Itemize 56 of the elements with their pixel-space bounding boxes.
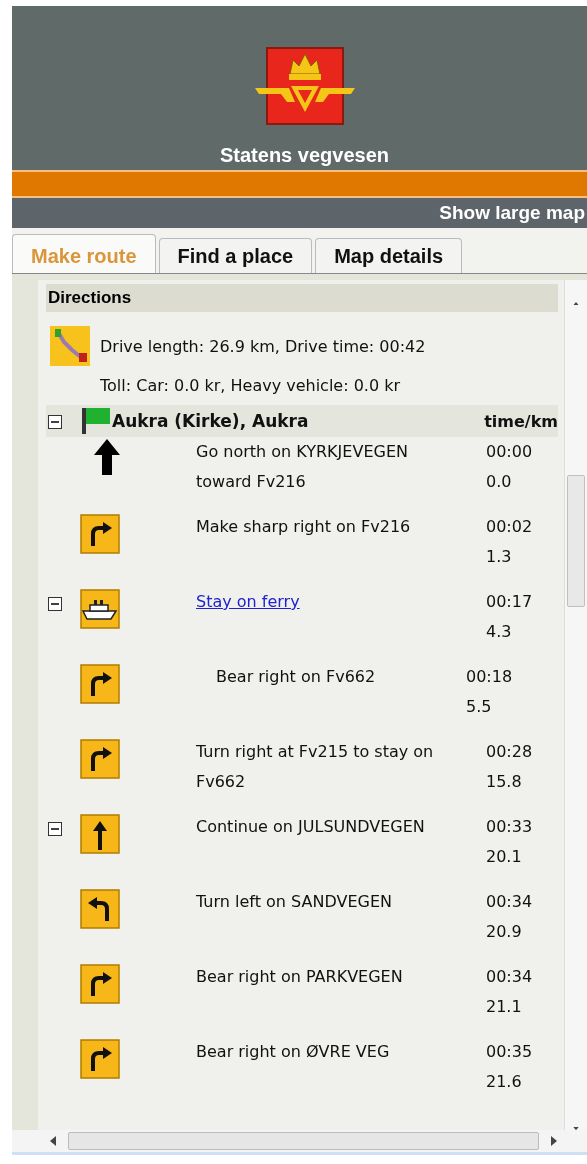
tab[interactable]: Map details <box>315 238 463 273</box>
start-location: Aukra (Kirke), Aukra <box>112 411 310 431</box>
step-time: 00:17 <box>486 591 533 613</box>
step-distance: 5.5 <box>466 696 492 718</box>
step-distance: 1.3 <box>486 546 512 568</box>
step-instruction: Bear right on Fv662 <box>216 667 376 686</box>
step-time: 00:35 <box>486 1041 533 1063</box>
step-distance: 21.1 <box>486 996 522 1018</box>
step-instruction: Turn left on SANDVEGEN <box>196 892 392 911</box>
step-time: 00:33 <box>486 816 533 838</box>
step-time: 00:34 <box>486 891 533 913</box>
tab[interactable]: Find a place <box>158 238 313 273</box>
turn-left-icon <box>80 889 120 929</box>
show-large-map-link[interactable]: Show large map <box>439 202 587 224</box>
scrollbar-thumb[interactable] <box>567 475 585 607</box>
step-distance: 4.3 <box>486 621 512 643</box>
step-distance: 21.6 <box>486 1071 522 1093</box>
turn-right-icon <box>80 964 120 1004</box>
turn-right-icon <box>80 664 120 704</box>
section-title: Directions <box>48 288 132 307</box>
turn-right-icon <box>80 514 120 554</box>
step-instruction: Go north on KYRKJEVEGEN toward Fv216 <box>196 442 408 491</box>
flag-icon <box>82 408 110 434</box>
vertical-scrollbar[interactable] <box>564 280 587 1130</box>
scrollbar-thumb[interactable] <box>68 1132 539 1150</box>
collapse-icon[interactable] <box>48 822 62 836</box>
step-distance: 0.0 <box>486 471 512 493</box>
scroll-right-icon[interactable] <box>551 1136 557 1146</box>
toll-info: Toll: Car: 0.0 kr, Heavy vehicle: 0.0 kr <box>99 375 402 395</box>
drive-summary: Drive length: 26.9 km, Drive time: 00:42 <box>100 336 426 356</box>
step-time: 00:28 <box>486 741 533 763</box>
turn-right-icon <box>80 1039 120 1079</box>
up-arrow-icon <box>94 439 120 475</box>
turn-right-icon <box>80 739 120 779</box>
step-time: 00:00 <box>486 441 533 463</box>
step-instruction: Turn right at Fv215 to stay on Fv662 <box>196 742 434 791</box>
horizontal-scrollbar[interactable] <box>12 1130 587 1155</box>
collapse-icon[interactable] <box>48 415 62 429</box>
step-distance: 15.8 <box>486 771 522 793</box>
brand-name: Statens vegvesen <box>220 144 389 167</box>
step-time: 00:02 <box>486 516 533 538</box>
ferry-icon <box>80 589 120 629</box>
step-distance: 20.1 <box>486 846 522 868</box>
scroll-up-icon[interactable] <box>571 302 581 306</box>
column-label: time/km <box>484 411 558 431</box>
step-time: 00:18 <box>466 666 513 688</box>
route-icon <box>50 326 90 366</box>
step-instruction: Bear right on ØVRE VEG <box>196 1042 390 1061</box>
step-distance: 20.9 <box>486 921 522 943</box>
collapse-icon[interactable] <box>48 597 62 611</box>
scroll-left-icon[interactable] <box>50 1136 56 1146</box>
step-time: 00:34 <box>486 966 533 988</box>
ferry-link[interactable]: Stay on ferry <box>196 592 300 611</box>
step-instruction: Bear right on PARKVEGEN <box>196 967 403 986</box>
step-instruction: Make sharp right on Fv216 <box>196 517 411 536</box>
step-instruction: Continue on JULSUNDVEGEN <box>196 817 425 836</box>
